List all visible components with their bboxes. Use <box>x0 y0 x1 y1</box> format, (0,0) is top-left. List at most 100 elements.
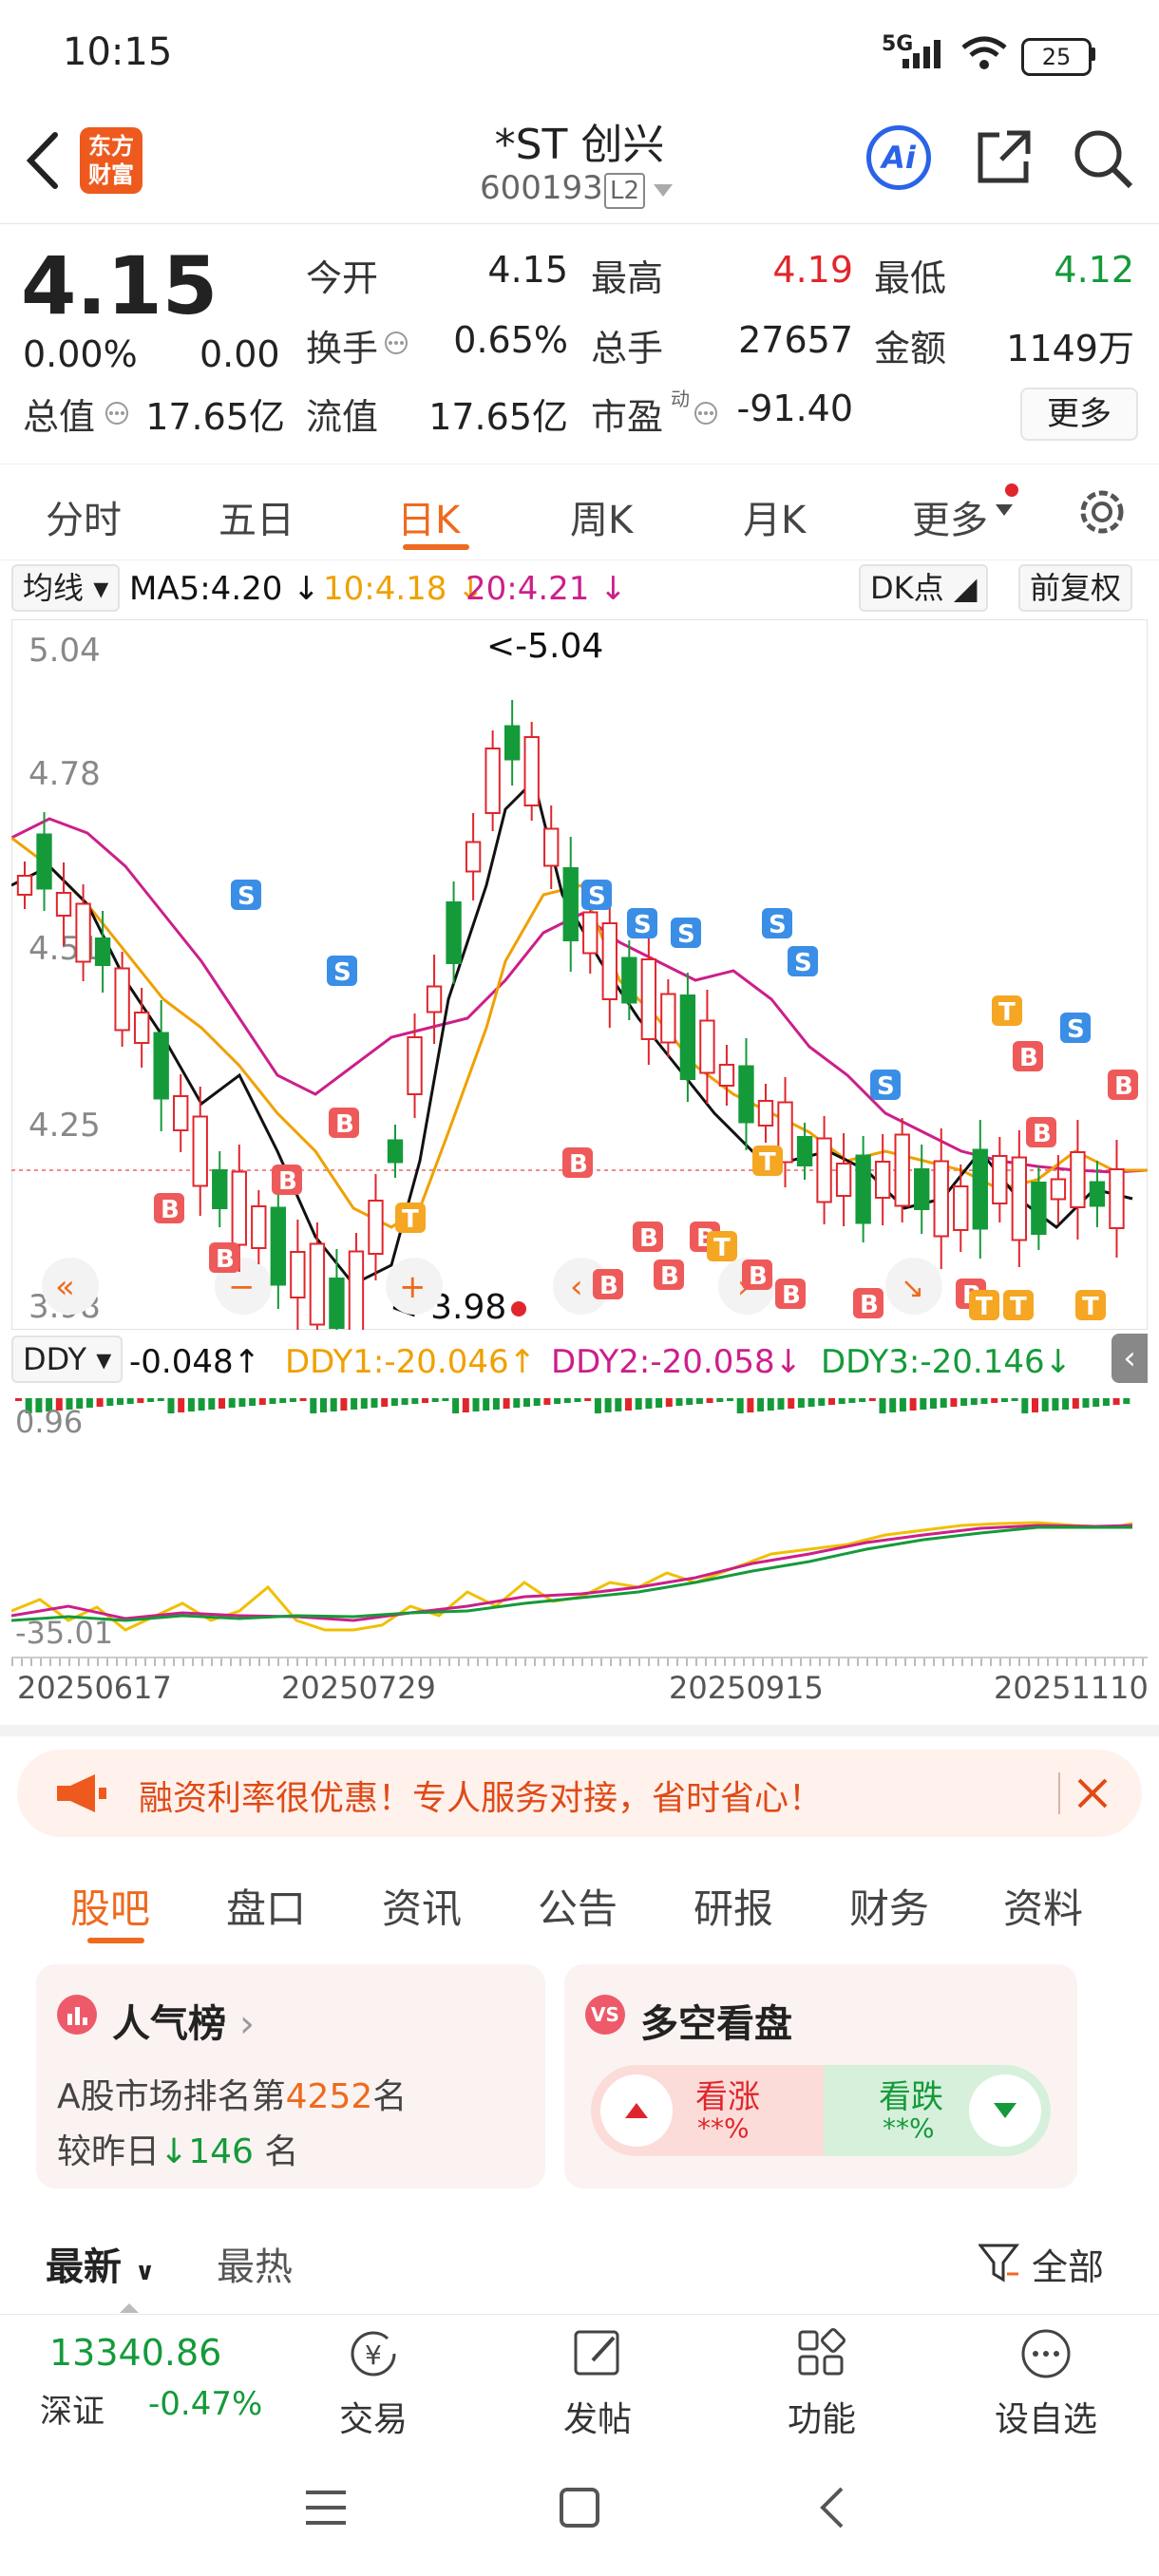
signal-badge-letter: B <box>1033 1120 1052 1148</box>
post-button[interactable]: 发帖 <box>517 2324 678 2441</box>
back-nav-icon[interactable] <box>813 2485 851 2530</box>
ddy-bar <box>503 1398 510 1409</box>
info-icon[interactable] <box>382 329 410 357</box>
filter-all[interactable]: 全部 <box>1032 2238 1104 2290</box>
low-value: 4.12 <box>1054 249 1134 291</box>
ddy-bar <box>472 1398 480 1411</box>
ddy-bar <box>533 1398 541 1406</box>
share-icon[interactable] <box>973 125 1036 188</box>
sort-hot[interactable]: 最热 <box>217 2236 293 2291</box>
add-watchlist-label: 设自选 <box>994 2400 1097 2439</box>
candle-body <box>309 1242 326 1326</box>
add-watchlist-button[interactable]: 设自选 <box>965 2324 1127 2441</box>
ddy-bar <box>137 1398 144 1403</box>
kline-chart[interactable]: 5.04 4.78 4.51 4.25 3.98 <-5.04 <-3.98 «… <box>11 619 1148 1330</box>
ddy2-value: DDY2:-20.058↓ <box>551 1343 803 1381</box>
candle-body <box>601 922 618 1000</box>
index-value[interactable]: 13340.86 <box>49 2332 221 2374</box>
vote-down-label: 看跌 <box>879 2078 943 2116</box>
candle-body <box>699 1019 715 1074</box>
vs-icon: VS <box>585 1995 625 2035</box>
index-pct: -0.47% <box>148 2385 263 2423</box>
tab-finance[interactable]: 财务 <box>849 1877 929 1935</box>
candle-body <box>75 902 91 963</box>
ddy-bar <box>258 1398 266 1405</box>
info-icon[interactable] <box>692 399 720 427</box>
ddy-bar <box>1011 1398 1018 1401</box>
dk-point-button[interactable]: DK点 ◢ <box>859 564 989 612</box>
ddy-bar <box>645 1398 653 1409</box>
bull-bear-card: VS 多空看盘 看涨 **% 看跌 **% <box>564 1964 1077 2188</box>
sort-latest[interactable]: 最新 ∨ <box>46 2236 155 2291</box>
candle-body <box>992 1155 1008 1204</box>
functions-button[interactable]: 功能 <box>741 2324 902 2441</box>
vote-up-button[interactable]: 看涨 **% <box>591 2065 824 2156</box>
active-tab-indicator <box>403 544 469 550</box>
ddy-bar <box>879 1398 886 1413</box>
arrow-down-icon: ↓ <box>160 2132 189 2171</box>
ddy-bar <box>1041 1398 1049 1411</box>
tab-five-day[interactable]: 五日 <box>218 489 294 544</box>
info-icon[interactable] <box>103 399 131 427</box>
tab-weekly-k[interactable]: 周K <box>570 489 633 544</box>
ddy-bar <box>675 1398 683 1406</box>
tab-guba[interactable]: 股吧 <box>70 1877 150 1935</box>
popularity-title-text: 人气榜 <box>112 2002 226 2046</box>
trade-button[interactable]: ¥ 交易 <box>293 2324 454 2441</box>
ddy-chart[interactable]: 0.96 -35.01 <box>11 1392 1148 1657</box>
ddy-bar <box>228 1398 236 1408</box>
candle-body <box>953 1185 969 1231</box>
ddy-select[interactable]: DDY ▾ <box>11 1335 124 1383</box>
search-icon[interactable] <box>1070 125 1134 190</box>
candle-body <box>133 1012 150 1044</box>
ddy-bar <box>920 1398 927 1410</box>
tab-pankou[interactable]: 盘口 <box>226 1877 306 1935</box>
promo-banner[interactable]: 融资利率很优惠！专人服务对接，省时省心！ <box>17 1750 1142 1837</box>
ddy-bar <box>838 1398 846 1404</box>
arrow-down-right-icon: ↘ <box>901 1272 924 1305</box>
candle-body <box>1070 1151 1086 1208</box>
candle-body <box>1011 1156 1028 1241</box>
candle-body <box>231 1170 247 1246</box>
last-price: 4.15 <box>21 239 218 332</box>
ddy-bar <box>289 1398 296 1402</box>
tab-more[interactable]: 更多 <box>912 489 988 544</box>
ddy-bar <box>727 1398 733 1401</box>
adjust-button[interactable]: 前复权 <box>1018 564 1133 612</box>
signal-badge-letter: B <box>335 1110 354 1139</box>
code-dropdown-icon[interactable] <box>654 184 673 198</box>
ddy-bar <box>777 1398 785 1410</box>
candle-body <box>914 1168 930 1210</box>
filter-icon[interactable] <box>978 2242 1020 2285</box>
signal-badge-letter: B <box>278 1167 297 1196</box>
candle-body <box>738 1065 754 1124</box>
float-label: 流值 <box>306 396 379 438</box>
vote-down-button[interactable]: 看跌 **% <box>824 2065 1051 2156</box>
ddy-bar <box>238 1398 246 1407</box>
ddy-bar <box>909 1398 917 1411</box>
trade-label: 交易 <box>338 2400 408 2439</box>
home-icon[interactable] <box>559 2487 600 2529</box>
tab-intraday[interactable]: 分时 <box>46 489 122 544</box>
tab-research[interactable]: 研报 <box>694 1877 773 1935</box>
ddy-bar <box>310 1398 317 1413</box>
tab-announcements[interactable]: 公告 <box>538 1877 618 1935</box>
gear-icon[interactable] <box>1075 485 1129 539</box>
candle-body <box>426 985 443 1013</box>
tab-news[interactable]: 资讯 <box>382 1877 462 1935</box>
popularity-card[interactable]: 人气榜 › A股市场排名第4252名 较昨日↓146 名 <box>36 1964 545 2188</box>
tab-profile[interactable]: 资料 <box>1003 1877 1083 1935</box>
tab-monthly-k[interactable]: 月K <box>743 489 806 544</box>
ddy-bar <box>543 1398 551 1405</box>
more-button[interactable]: 更多 <box>1020 388 1138 441</box>
candle-body <box>1109 1168 1125 1229</box>
close-icon[interactable] <box>1074 1774 1112 1812</box>
ddy-bar <box>187 1398 195 1411</box>
ai-button[interactable]: Ai <box>866 125 931 190</box>
candle-body <box>504 725 521 761</box>
ma-select[interactable]: 均线 ▾ <box>11 564 121 612</box>
tab-daily-k[interactable]: 日K <box>397 489 460 544</box>
menu-icon[interactable] <box>304 2489 348 2527</box>
collapse-panel-button[interactable]: ‹ <box>1112 1334 1148 1383</box>
candle-body <box>212 1169 228 1209</box>
